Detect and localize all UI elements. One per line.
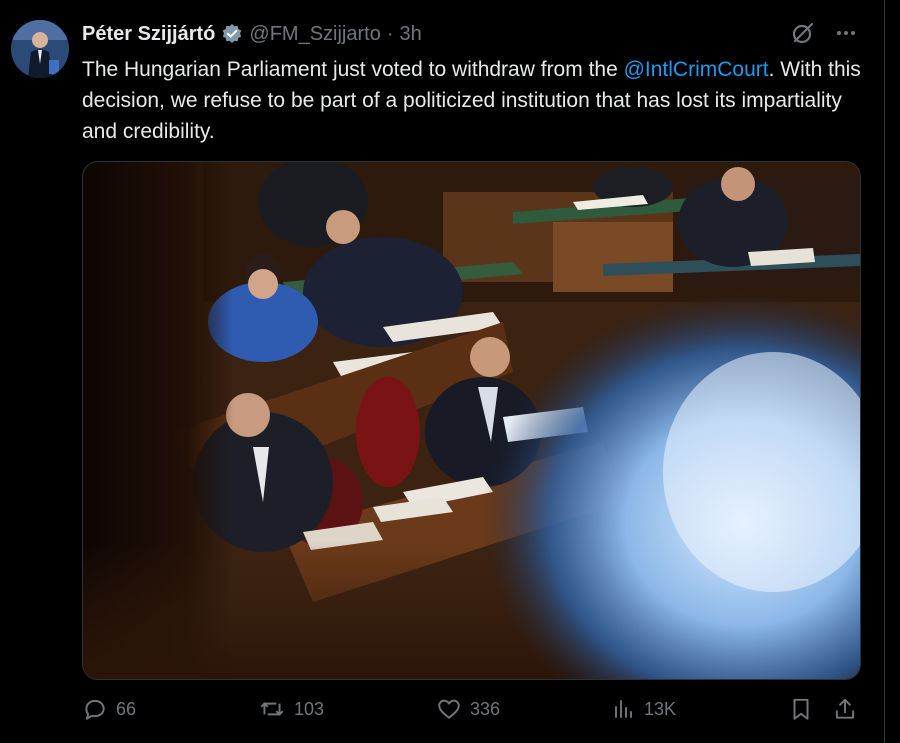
reply-icon [82, 696, 108, 722]
like-button[interactable]: 336 [436, 696, 500, 722]
timeline-border [884, 0, 885, 743]
tweet-header: Péter Szijjártó @FM_Szijjarto · 3h [82, 20, 422, 48]
more-icon[interactable] [834, 21, 858, 45]
tweet-photo[interactable] [82, 161, 861, 680]
mention-link[interactable]: @IntlCrimCourt [624, 58, 769, 81]
share-icon [832, 696, 858, 722]
reply-count: 66 [116, 698, 137, 719]
bookmark-button[interactable] [788, 696, 814, 722]
tweet-timestamp[interactable]: 3h [400, 23, 422, 46]
views-button[interactable]: 13K [612, 696, 676, 722]
author-handle[interactable]: @FM_Szijjarto [249, 23, 380, 46]
views-count: 13K [644, 698, 677, 719]
tweet-text-start: The Hungarian Parliament just voted to w… [82, 58, 624, 81]
action-bar: 66 103 336 13K [80, 696, 870, 728]
avatar[interactable] [11, 20, 69, 78]
bookmark-icon [788, 696, 814, 722]
header-actions [790, 20, 858, 46]
tweet[interactable]: Péter Szijjártó @FM_Szijjarto · 3h The H [0, 0, 884, 743]
like-icon [436, 696, 462, 722]
verified-badge-icon [221, 23, 243, 45]
grok-icon[interactable] [790, 20, 816, 46]
reply-button[interactable]: 66 [82, 696, 136, 722]
share-button[interactable] [832, 696, 858, 722]
repost-count: 103 [294, 698, 325, 719]
views-icon [612, 696, 636, 722]
repost-icon [258, 696, 286, 722]
like-count: 336 [470, 698, 501, 719]
separator-dot: · [386, 22, 394, 45]
tweet-text: The Hungarian Parliament just voted to w… [82, 54, 872, 147]
repost-button[interactable]: 103 [258, 696, 324, 722]
author-name[interactable]: Péter Szijjártó [82, 23, 215, 46]
